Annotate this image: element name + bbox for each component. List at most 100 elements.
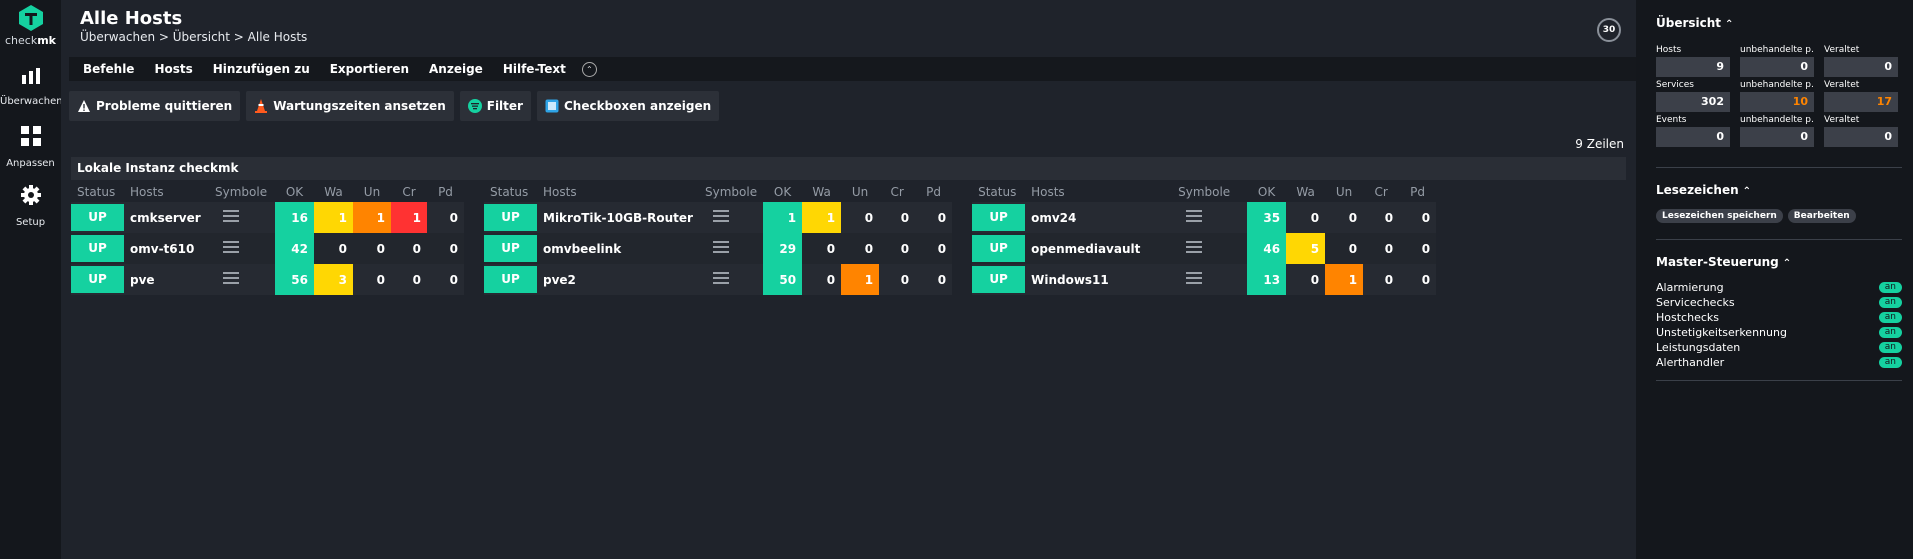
col-status[interactable]: Status <box>71 182 124 202</box>
overview-value[interactable]: 0 <box>1824 57 1898 77</box>
col-cr[interactable]: Cr <box>879 182 915 202</box>
host-menu-icon[interactable] <box>223 241 239 253</box>
nav-item-setup[interactable]: Setup <box>0 185 61 229</box>
count-warn[interactable]: 0 <box>1286 264 1326 295</box>
host-menu-icon[interactable] <box>713 241 729 253</box>
host-status-badge[interactable]: UP <box>484 235 537 262</box>
master-control-toggle[interactable]: an <box>1878 282 1902 293</box>
col-status[interactable]: Status <box>972 182 1025 202</box>
host-name[interactable]: pve2 <box>537 264 699 295</box>
count-ok[interactable]: 16 <box>275 202 314 233</box>
breadcrumb[interactable]: Überwachen > Übersicht > Alle Hosts <box>80 30 307 44</box>
count-warn[interactable]: 0 <box>314 233 353 264</box>
col-hosts[interactable]: Hosts <box>1025 182 1172 202</box>
host-status-badge[interactable]: UP <box>972 266 1026 293</box>
col-cr[interactable]: Cr <box>1363 182 1399 202</box>
acknowledge-problems-button[interactable]: Probleme quittieren <box>69 91 241 121</box>
count-warn[interactable]: 0 <box>802 233 842 264</box>
count-warn[interactable]: 0 <box>802 264 842 295</box>
host-menu-icon[interactable] <box>1186 272 1203 284</box>
edit-bookmarks-button[interactable]: Bearbeiten <box>1787 209 1856 223</box>
count-ok[interactable]: 46 <box>1247 233 1287 264</box>
master-control-toggle[interactable]: an <box>1878 312 1902 323</box>
count-crit[interactable]: 0 <box>879 202 916 233</box>
host-status-badge[interactable]: UP <box>972 235 1026 262</box>
count-crit[interactable]: 0 <box>1363 233 1400 264</box>
master-control-toggle[interactable]: an <box>1878 342 1902 353</box>
count-unknown[interactable]: 1 <box>353 202 391 233</box>
count-warn[interactable]: 0 <box>1286 202 1326 233</box>
count-unknown[interactable]: 1 <box>1325 264 1364 295</box>
count-pending[interactable]: 0 <box>1399 264 1437 295</box>
refresh-countdown[interactable]: 30 <box>1597 18 1621 42</box>
col-un[interactable]: Un <box>1325 182 1363 202</box>
host-name[interactable]: MikroTik-10GB-Router <box>537 202 699 233</box>
host-status-badge[interactable]: UP <box>71 235 124 262</box>
col-pd[interactable]: Pd <box>915 182 952 202</box>
host-menu-icon[interactable] <box>1186 241 1203 253</box>
count-warn[interactable]: 3 <box>314 264 353 295</box>
host-name[interactable]: pve <box>124 264 209 295</box>
host-menu-icon[interactable] <box>713 272 729 284</box>
nav-item-anpassen[interactable]: Anpassen <box>0 126 61 170</box>
count-ok[interactable]: 50 <box>763 264 803 295</box>
overview-value[interactable]: 17 <box>1824 92 1898 112</box>
col-wa[interactable]: Wa <box>802 182 841 202</box>
overview-value[interactable]: 9 <box>1656 57 1730 77</box>
count-crit[interactable]: 0 <box>879 233 916 264</box>
count-pending[interactable]: 0 <box>427 202 464 233</box>
overview-title[interactable]: Übersicht ⌃ <box>1656 16 1902 30</box>
host-status-badge[interactable]: UP <box>972 204 1026 231</box>
master-control-toggle[interactable]: an <box>1878 357 1902 368</box>
host-menu-icon[interactable] <box>1186 210 1203 222</box>
count-crit[interactable]: 1 <box>391 202 427 233</box>
menu-exportieren[interactable]: Exportieren <box>320 62 419 76</box>
master-control-title[interactable]: Master-Steuerung ⌃ <box>1656 255 1902 269</box>
count-warn[interactable]: 1 <box>314 202 353 233</box>
count-ok[interactable]: 42 <box>275 233 314 264</box>
host-name[interactable]: cmkserver <box>124 202 209 233</box>
col-hosts[interactable]: Hosts <box>124 182 209 202</box>
col-un[interactable]: Un <box>841 182 879 202</box>
menu-hosts[interactable]: Hosts <box>144 62 202 76</box>
host-status-badge[interactable]: UP <box>71 266 124 293</box>
col-ok[interactable]: OK <box>1247 182 1286 202</box>
count-crit[interactable]: 0 <box>1363 202 1400 233</box>
master-control-toggle[interactable]: an <box>1878 297 1902 308</box>
count-crit[interactable]: 0 <box>1363 264 1400 295</box>
count-unknown[interactable]: 1 <box>841 264 880 295</box>
host-name[interactable]: openmediavault <box>1025 233 1173 264</box>
count-ok[interactable]: 13 <box>1247 264 1287 295</box>
show-checkboxes-button[interactable]: Checkboxen anzeigen <box>536 91 720 121</box>
menu-hilfe-text[interactable]: Hilfe-Text <box>493 62 576 76</box>
save-bookmark-button[interactable]: Lesezeichen speichern <box>1656 209 1783 223</box>
overview-value[interactable]: 0 <box>1740 57 1814 77</box>
host-status-badge[interactable]: UP <box>71 204 124 231</box>
col-cr[interactable]: Cr <box>391 182 427 202</box>
col-pd[interactable]: Pd <box>1399 182 1436 202</box>
count-ok[interactable]: 35 <box>1247 202 1287 233</box>
overview-value[interactable]: 302 <box>1656 92 1730 112</box>
host-menu-icon[interactable] <box>713 210 729 222</box>
checkmk-logo[interactable]: checkmk <box>0 4 61 47</box>
host-menu-icon[interactable] <box>223 272 239 284</box>
menu-hinzufuegen[interactable]: Hinzufügen zu <box>203 62 320 76</box>
host-name[interactable]: omv-t610 <box>124 233 209 264</box>
count-pending[interactable]: 0 <box>915 233 953 264</box>
count-ok[interactable]: 1 <box>763 202 803 233</box>
overview-value[interactable]: 10 <box>1740 92 1814 112</box>
bookmarks-title[interactable]: Lesezeichen ⌃ <box>1656 183 1902 197</box>
host-menu-icon[interactable] <box>223 210 239 222</box>
count-pending[interactable]: 0 <box>427 264 464 295</box>
count-unknown[interactable]: 0 <box>841 202 880 233</box>
col-un[interactable]: Un <box>353 182 391 202</box>
menu-befehle[interactable]: Befehle <box>73 62 144 76</box>
count-unknown[interactable]: 0 <box>841 233 880 264</box>
col-hosts[interactable]: Hosts <box>537 182 699 202</box>
col-ok[interactable]: OK <box>763 182 802 202</box>
count-pending[interactable]: 0 <box>1399 202 1437 233</box>
host-name[interactable]: omvbeelink <box>537 233 699 264</box>
count-ok[interactable]: 29 <box>763 233 803 264</box>
master-control-toggle[interactable]: an <box>1878 327 1902 338</box>
col-wa[interactable]: Wa <box>314 182 353 202</box>
